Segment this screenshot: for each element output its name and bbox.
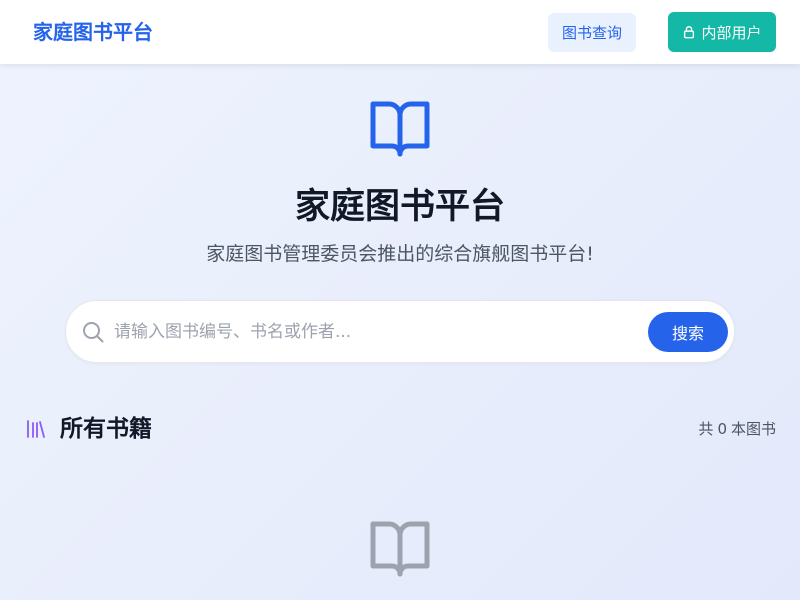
internal-user-button[interactable]: 内部用户 — [668, 12, 776, 52]
hero-title: 家庭图书平台 — [294, 187, 505, 227]
open-book-icon — [370, 101, 430, 157]
book-count-prefix: 共 — [698, 420, 714, 438]
section-title: 所有书籍 — [60, 416, 152, 442]
empty-state-book-icon — [370, 521, 430, 577]
book-count-number: 0 — [717, 420, 727, 438]
book-query-button[interactable]: 图书查询 — [548, 13, 636, 52]
lock-icon — [684, 26, 695, 39]
library-icon — [27, 420, 45, 438]
book-count: 共 0 本图书 — [698, 419, 776, 439]
brand-logo-text[interactable]: 家庭图书平台 — [33, 20, 153, 44]
internal-user-label: 内部用户 — [701, 23, 762, 42]
search-input[interactable] — [114, 313, 634, 351]
hero-subtitle: 家庭图书管理委员会推出的综合旗舰图书平台! — [206, 243, 594, 265]
top-navbar: 家庭图书平台 图书查询 内部用户 — [0, 0, 800, 64]
search-bar: 搜索 — [65, 300, 735, 363]
search-button[interactable]: 搜索 — [648, 312, 728, 352]
search-icon — [83, 322, 104, 343]
book-count-suffix: 本图书 — [730, 420, 776, 438]
